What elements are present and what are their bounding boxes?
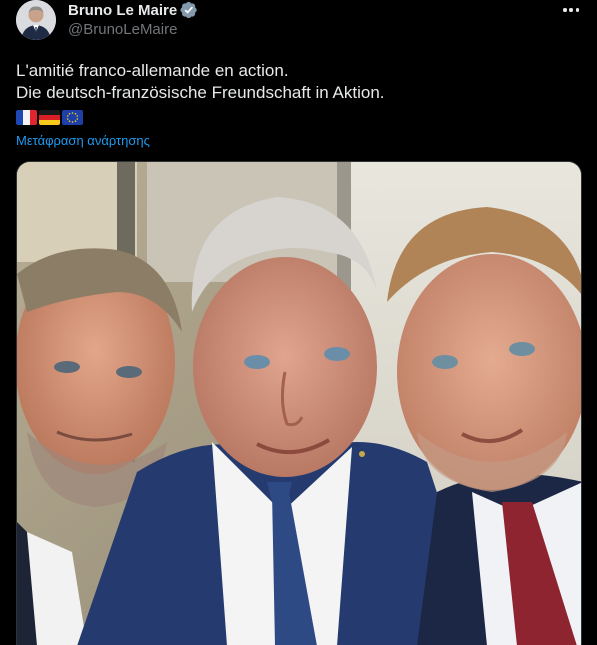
avatar[interactable] xyxy=(16,0,56,40)
france-flag-icon xyxy=(16,110,37,125)
tweet-text-line-1: L'amitié franco-allemande en action. xyxy=(16,61,289,80)
translate-post-link[interactable]: Μετάφραση ανάρτησης xyxy=(16,132,150,150)
tweet-header: Bruno Le Maire @BrunoLeMaire xyxy=(16,0,581,44)
tweet-text-line-2: Die deutsch-französische Freundschaft in… xyxy=(16,83,385,102)
tweet-text: L'amitié franco-allemande en action. Die… xyxy=(16,60,581,104)
flag-emojis xyxy=(16,110,83,126)
photo-icon xyxy=(17,162,581,645)
european-union-flag-icon xyxy=(62,110,83,125)
verified-badge-icon xyxy=(180,1,198,19)
handle[interactable]: @BrunoLeMaire xyxy=(68,20,198,40)
author-block: Bruno Le Maire @BrunoLeMaire xyxy=(68,0,198,40)
tweet: Bruno Le Maire @BrunoLeMaire L'amitié fr… xyxy=(0,0,597,645)
more-options-icon[interactable] xyxy=(561,2,581,18)
display-name-row: Bruno Le Maire xyxy=(68,0,198,20)
germany-flag-icon xyxy=(39,110,60,125)
display-name[interactable]: Bruno Le Maire xyxy=(68,2,177,19)
tweet-photo[interactable] xyxy=(16,161,582,645)
